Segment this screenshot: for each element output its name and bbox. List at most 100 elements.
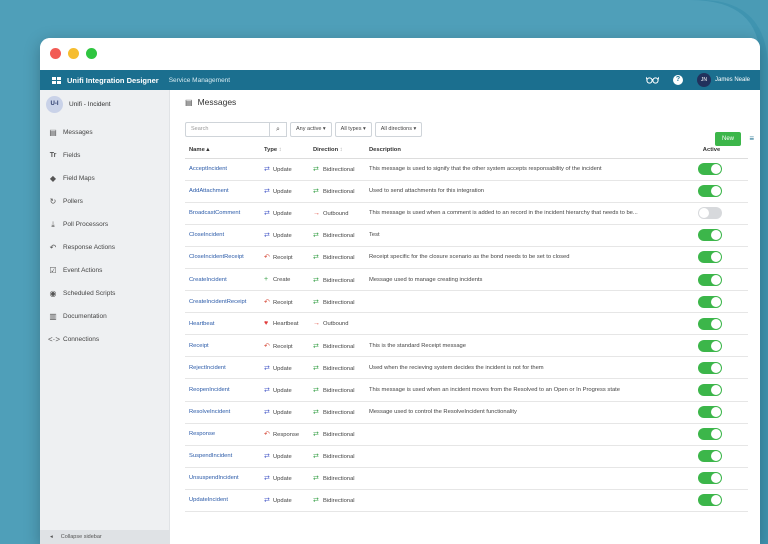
table-row[interactable]: Heartbeat ♥ Heartbeat → Outbound	[185, 312, 748, 336]
type-filter-dropdown[interactable]: All types ▾	[334, 122, 372, 137]
table-row[interactable]: Response ↶ Response ⇄ Bidirectional	[185, 423, 748, 446]
active-cell	[671, 246, 748, 269]
user-avatar[interactable]: JN	[696, 73, 711, 87]
close-window-button[interactable]	[50, 48, 61, 59]
message-name-link[interactable]: CreateIncidentReceipt	[185, 290, 260, 314]
column-header-type[interactable]: Type ↕	[260, 142, 309, 159]
message-name-link[interactable]: Heartbeat	[185, 312, 260, 336]
sidebar-item-label: Response Actions	[63, 244, 116, 251]
search-input[interactable]: Search	[185, 122, 270, 137]
active-toggle[interactable]	[697, 185, 722, 198]
sidebar-item-event-actions[interactable]: ☑ Event Actions	[40, 259, 169, 282]
active-toggle[interactable]	[697, 339, 722, 352]
sidebar-item-fields[interactable]: Tr Fields	[40, 144, 169, 167]
message-name-link[interactable]: AddAttachment	[185, 180, 260, 203]
sidebar-item-label: Messages	[63, 129, 93, 136]
active-toggle[interactable]	[697, 295, 722, 308]
table-row[interactable]: BroadcastComment ⇄ Update → Outbound This mes…	[185, 202, 748, 225]
message-type-label: Update	[273, 365, 292, 372]
sidebar-item-scheduled-scripts[interactable]: ◉ Scheduled Scripts	[40, 282, 169, 305]
sidebar-item-label: Scheduled Scripts	[63, 290, 116, 297]
active-toggle[interactable]	[697, 428, 722, 441]
table-row[interactable]: CreateIncidentReceipt ↶ Receipt ⇄ Bidirectio…	[185, 290, 748, 314]
message-type-label: Response	[273, 432, 300, 439]
table-header-row: Name ▴ Type ↕ Direction ↕ Description Ac…	[185, 142, 748, 159]
direction-filter-dropdown[interactable]: All directions ▾	[374, 122, 423, 137]
message-name-link[interactable]: CreateIncident	[185, 268, 260, 292]
help-icon[interactable]: ?	[672, 75, 683, 85]
message-description: This message is used when an incident mo…	[365, 378, 671, 402]
toggle-knob	[710, 164, 721, 175]
sidebar-item-poll-processors[interactable]: ⤓ Poll Processors	[40, 213, 169, 236]
collapse-sidebar-button[interactable]: ◂ Collapse sidebar	[40, 530, 170, 544]
active-toggle[interactable]	[697, 406, 722, 419]
hamburger-menu-icon[interactable]: ≡	[749, 134, 754, 143]
sidebar-item-documentation[interactable]: ▥ Documentation	[40, 305, 169, 328]
active-toggle[interactable]	[697, 229, 722, 242]
active-toggle[interactable]	[697, 361, 722, 374]
message-name-link[interactable]: Receipt	[185, 334, 260, 358]
column-header-name[interactable]: Name ▴	[185, 142, 260, 159]
bidirectional-arrows-icon: ⇄	[313, 342, 319, 350]
active-toggle[interactable]	[697, 163, 722, 176]
table-row[interactable]: ReopenIncident ⇄ Update ⇄ Bidirectional This …	[185, 378, 748, 402]
message-name-link[interactable]: AcceptIncident	[185, 158, 260, 181]
sidebar-item-response-actions[interactable]: ↶ Response Actions	[40, 236, 169, 259]
message-name-link[interactable]: UnsuspendIncident	[185, 467, 260, 490]
active-toggle[interactable]	[697, 450, 722, 463]
sidebar-item-pollers[interactable]: ↻ Pollers	[40, 190, 169, 213]
minimize-window-button[interactable]	[68, 48, 79, 59]
message-name-link[interactable]: Response	[185, 423, 260, 446]
message-name-link[interactable]: CloseIncidentReceipt	[185, 246, 260, 269]
app-section[interactable]: Service Management	[169, 77, 230, 84]
message-name-link[interactable]: ReopenIncident	[185, 378, 260, 402]
active-toggle[interactable]	[697, 383, 722, 396]
update-icon: ⇄	[264, 188, 270, 196]
sidebar-item-messages[interactable]: ▤ Messages	[40, 121, 169, 144]
active-toggle[interactable]	[697, 251, 722, 264]
toggle-knob	[710, 274, 721, 285]
table-row[interactable]: AddAttachment ⇄ Update ⇄ Bidirectional Used t…	[185, 180, 748, 203]
message-name-link[interactable]: RejectIncident	[185, 356, 260, 380]
sidebar-item-field-maps[interactable]: ◆ Field Maps	[40, 167, 169, 190]
update-icon: ⇄	[264, 386, 270, 394]
table-row[interactable]: SuspendIncident ⇄ Update ⇄ Bidirectional	[185, 445, 748, 468]
active-toggle[interactable]	[697, 273, 722, 286]
glasses-icon[interactable]	[645, 76, 659, 84]
message-direction: ⇄ Bidirectional	[309, 401, 365, 424]
message-name-link[interactable]: CloseIncident	[185, 224, 260, 247]
table-row[interactable]: CreateIncident + Create ⇄ Bidirectional Messa…	[185, 268, 748, 292]
search-button[interactable]: ⌕	[270, 122, 287, 137]
table-row[interactable]: Receipt ↶ Receipt ⇄ Bidirectional This is the…	[185, 334, 748, 358]
table-row[interactable]: UpdateIncident ⇄ Update ⇄ Bidirectional	[185, 489, 748, 513]
active-toggle[interactable]	[697, 494, 722, 507]
active-toggle[interactable]	[697, 317, 722, 330]
sort-icon: ↕	[339, 146, 343, 153]
table-row[interactable]: CloseIncident ⇄ Update ⇄ Bidirectional Test	[185, 224, 748, 247]
message-name-link[interactable]: BroadcastComment	[185, 202, 260, 225]
page-header: ▤ Messages	[171, 90, 760, 114]
message-name-link[interactable]: SuspendIncident	[185, 445, 260, 468]
table-row[interactable]: RejectIncident ⇄ Update ⇄ Bidirectional Used …	[185, 356, 748, 380]
active-filter-dropdown[interactable]: Any active ▾	[290, 122, 332, 137]
active-toggle[interactable]	[697, 207, 722, 220]
table-row[interactable]: AcceptIncident ⇄ Update ⇄ Bidirectional This …	[185, 158, 748, 181]
message-direction-label: Bidirectional	[323, 365, 355, 372]
message-name-link[interactable]: ResolveIncident	[185, 401, 260, 424]
user-name[interactable]: James Neale	[715, 77, 750, 83]
table-row[interactable]: ResolveIncident ⇄ Update ⇄ Bidirectional Mess…	[185, 401, 748, 424]
active-cell	[671, 290, 748, 314]
message-type-label: Update	[273, 167, 292, 174]
table-row[interactable]: UnsuspendIncident ⇄ Update ⇄ Bidirectional	[185, 467, 748, 490]
check-box-icon: ☑	[49, 266, 57, 275]
message-name-link[interactable]: UpdateIncident	[185, 489, 260, 513]
dropdown-label: All types	[340, 126, 362, 132]
maximize-window-button[interactable]	[86, 48, 97, 59]
create-icon: +	[264, 276, 269, 284]
table-row[interactable]: CloseIncidentReceipt ↶ Receipt ⇄ Bidirection…	[185, 246, 748, 269]
active-toggle[interactable]	[697, 472, 722, 485]
sidebar-item-connections[interactable]: <·> Connections	[40, 328, 169, 351]
message-type-label: Update	[273, 211, 292, 218]
app-menu-icon[interactable]	[52, 76, 61, 84]
column-header-direction[interactable]: Direction ↕	[309, 142, 365, 159]
